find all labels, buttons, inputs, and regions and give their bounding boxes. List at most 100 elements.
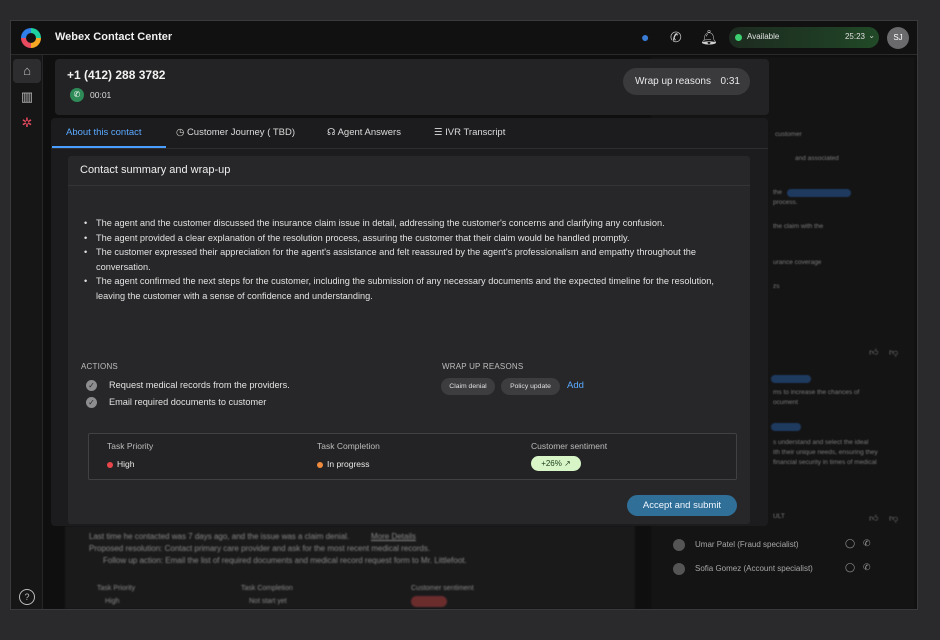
- phone-icon[interactable]: ✆: [670, 29, 682, 46]
- specialist-name[interactable]: Sofia Gomez (Account specialist): [695, 564, 813, 573]
- phone-icon[interactable]: ✆: [863, 538, 871, 549]
- bg-text: Not start yet: [249, 598, 287, 605]
- bg-text: Proposed resolution: Contact primary car…: [89, 544, 431, 553]
- help-icon[interactable]: ?: [19, 589, 35, 605]
- add-wrap-reason-link[interactable]: Add: [567, 380, 584, 391]
- caller-phone-number: +1 (412) 288 3782: [67, 68, 166, 82]
- app-title: Webex Contact Center: [55, 31, 173, 43]
- chat-icon[interactable]: ◯: [845, 538, 855, 549]
- bg-text: Follow up action: Email the list of requ…: [103, 556, 467, 565]
- bg-link: [771, 423, 801, 431]
- thumbs-up-icon[interactable]: 👍︎: [869, 513, 878, 524]
- status-timer: 25:23: [844, 32, 865, 41]
- card-title: Contact summary and wrap-up: [80, 164, 231, 176]
- wrap-up-label: Wrap up reasons: [635, 76, 711, 87]
- task-priority-label: Task Priority: [107, 441, 154, 451]
- tab-customer-journey[interactable]: ◷ Customer Journey ( TBD): [176, 127, 295, 138]
- specialist-name[interactable]: Umar Patel (Fraud specialist): [695, 540, 799, 549]
- headset-icon: ☊: [327, 127, 336, 138]
- bg-text: Task Priority: [97, 585, 136, 592]
- tab-label: Agent Answers: [337, 127, 401, 138]
- wrap-up-reasons-button[interactable]: Wrap up reasons 0:31: [623, 68, 750, 95]
- contact-panel: About this contact ◷ Customer Journey ( …: [51, 118, 768, 526]
- phone-icon[interactable]: ✆: [863, 562, 871, 573]
- user-avatar[interactable]: SJ: [887, 27, 909, 49]
- sentiment-badge: +26% ↗: [531, 456, 581, 471]
- bg-link: [771, 375, 811, 383]
- status-label: Available: [747, 32, 780, 41]
- bg-badge: [411, 596, 447, 607]
- clock-icon: ◷: [176, 127, 185, 138]
- thumbs-up-icon[interactable]: 👍︎: [869, 347, 878, 358]
- bg-link: [787, 189, 851, 197]
- background-history-panel: Last time he contacted was 7 days ago, a…: [65, 526, 635, 609]
- contact-summary-card: Contact summary and wrap-up The agent an…: [68, 156, 750, 524]
- summary-list: The agent and the customer discussed the…: [82, 216, 742, 303]
- analytics-icon[interactable]: ▥: [13, 85, 41, 109]
- check-icon: ✓: [86, 380, 97, 391]
- bg-text: zs: [773, 283, 780, 290]
- app-window: Webex Contact Center ● ✆ 🔔︎ Available 25…: [10, 20, 918, 610]
- task-meta-box: Task Priority High Task Completion In pr…: [88, 433, 737, 480]
- webex-assistant-icon[interactable]: ●: [641, 29, 649, 45]
- summary-item: The agent provided a clear explanation o…: [82, 231, 742, 246]
- actions-heading: ACTIONS: [81, 362, 118, 371]
- summary-item: The customer expressed their appreciatio…: [82, 245, 742, 274]
- avatar: [673, 563, 685, 575]
- bell-icon[interactable]: 🔔︎: [700, 29, 718, 46]
- avatar: [673, 539, 685, 551]
- call-active-icon: ✆: [70, 88, 84, 102]
- bg-text: process.: [773, 199, 798, 206]
- bg-text: ULT: [773, 513, 785, 520]
- top-bar: Webex Contact Center ● ✆ 🔔︎ Available 25…: [11, 21, 917, 55]
- check-icon: ✓: [86, 397, 97, 408]
- bg-text: and associated: [795, 155, 839, 162]
- status-dot-icon: [735, 34, 742, 41]
- action-label: Request medical records from the provide…: [109, 380, 290, 390]
- tab-label: Customer Journey ( TBD): [186, 127, 295, 138]
- wrap-up-reasons-heading: WRAP UP REASONS: [442, 362, 524, 371]
- call-header: +1 (412) 288 3782 ✆ 00:01 Wrap up reason…: [55, 59, 769, 115]
- completion-dot-icon: [317, 462, 323, 468]
- bg-text: urance coverage: [773, 259, 822, 266]
- bg-text: ith their unique needs, ensuring they: [773, 449, 878, 456]
- chevron-down-icon: ⌄: [868, 31, 875, 40]
- bg-text: customer: [775, 131, 802, 138]
- summary-item: The agent and the customer discussed the…: [82, 216, 742, 231]
- bg-text: s understand and select the ideal: [773, 439, 869, 446]
- left-nav: ⌂ ▥ ✲ ?: [11, 55, 43, 609]
- bg-text: Task Completion: [241, 585, 293, 592]
- agent-status-dropdown[interactable]: Available 25:23 ⌄: [729, 27, 879, 48]
- tab-ivr-transcript[interactable]: ☰ IVR Transcript: [434, 127, 505, 138]
- bg-text: the: [773, 189, 783, 196]
- thumbs-down-icon[interactable]: 👎︎: [889, 347, 898, 358]
- webex-logo-icon: [21, 28, 41, 48]
- transcript-icon: ☰: [434, 127, 443, 138]
- wrap-reason-chip[interactable]: Policy update: [501, 378, 560, 395]
- tab-bar: About this contact ◷ Customer Journey ( …: [51, 118, 768, 149]
- bg-text: financial security in times of medical: [773, 459, 877, 466]
- tab-agent-answers[interactable]: ☊ Agent Answers: [327, 127, 401, 138]
- bg-text: the claim with the: [773, 223, 824, 230]
- active-tab-indicator: [52, 146, 166, 148]
- summary-item: The agent confirmed the next steps for t…: [82, 274, 742, 303]
- more-details-link[interactable]: More Details: [371, 532, 416, 541]
- divider: [68, 185, 750, 186]
- apps-icon[interactable]: ✲: [13, 111, 41, 135]
- customer-sentiment-label: Customer sentiment: [531, 441, 608, 451]
- chat-icon[interactable]: ◯: [845, 562, 855, 573]
- wrap-reason-chip[interactable]: Claim denial: [441, 378, 495, 395]
- task-completion-value: In progress: [327, 459, 370, 469]
- task-completion-label: Task Completion: [317, 441, 380, 451]
- action-label: Email required documents to customer: [109, 397, 267, 407]
- call-duration: 00:01: [90, 90, 112, 100]
- accept-and-submit-button[interactable]: Accept and submit: [627, 495, 737, 516]
- bg-text: High: [105, 598, 120, 605]
- wrap-up-timer: 0:31: [720, 76, 740, 87]
- thumbs-down-icon[interactable]: 👎︎: [889, 513, 898, 524]
- bg-text: ms to increase the chances of: [773, 389, 860, 396]
- bg-text: Customer sentiment: [411, 585, 474, 592]
- home-icon[interactable]: ⌂: [13, 59, 41, 83]
- bg-text: Last time he contacted was 7 days ago, a…: [89, 532, 350, 541]
- tab-about-this-contact[interactable]: About this contact: [66, 127, 142, 138]
